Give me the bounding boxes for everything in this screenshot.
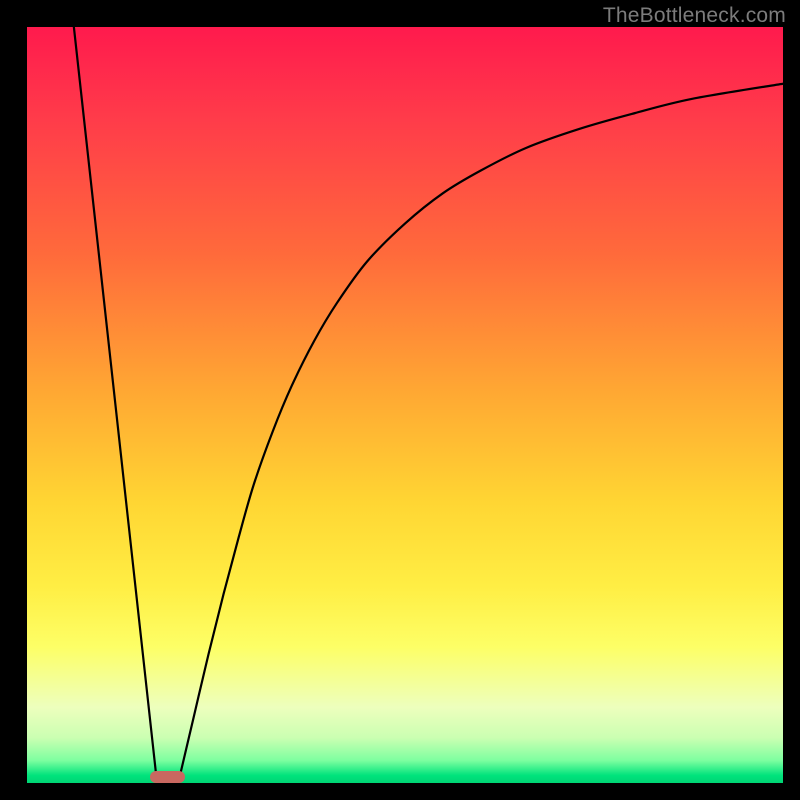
bottleneck-marker bbox=[150, 771, 185, 783]
plot-area bbox=[27, 27, 783, 783]
watermark-text: TheBottleneck.com bbox=[603, 4, 786, 28]
bottleneck-curve bbox=[27, 27, 783, 783]
chart-frame: TheBottleneck.com bbox=[0, 0, 800, 800]
